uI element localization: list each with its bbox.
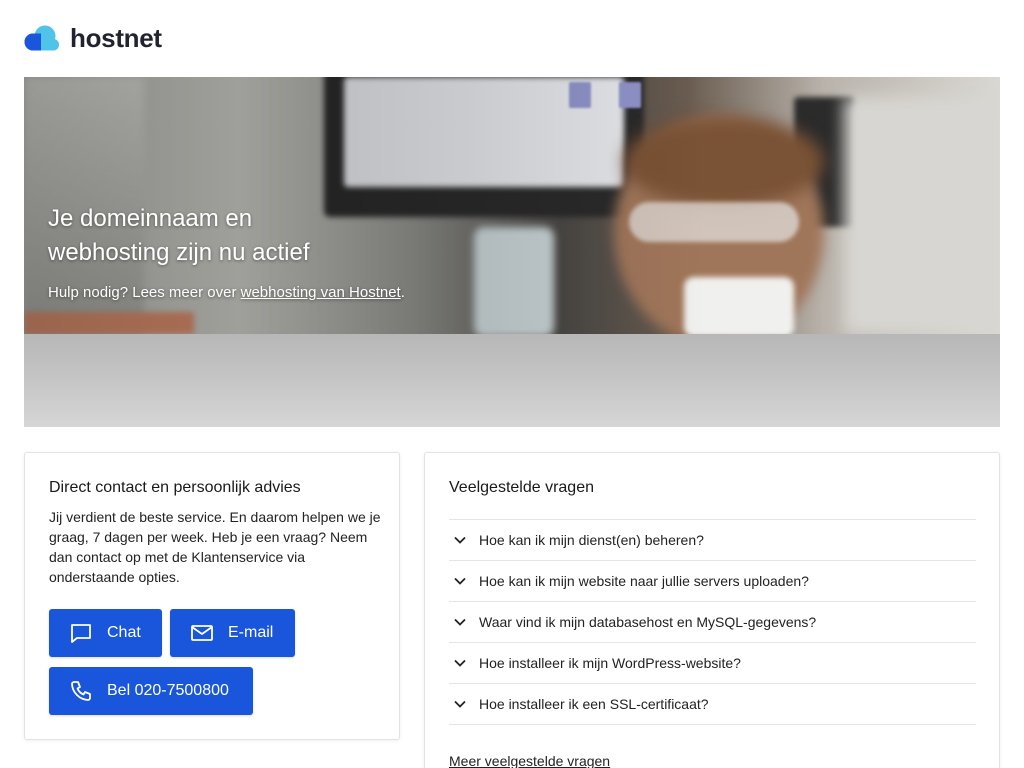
chevron-down-icon	[454, 659, 466, 667]
faq-card: Veelgestelde vragen Hoe kan ik mijn dien…	[424, 452, 1000, 768]
chevron-down-icon	[454, 700, 466, 708]
chevron-down-icon	[454, 536, 466, 544]
brand-name: hostnet	[70, 22, 162, 53]
faq-item[interactable]: Hoe kan ik mijn dienst(en) beheren?	[449, 520, 976, 561]
hero-subtitle: Hulp nodig? Lees meer over webhosting va…	[48, 284, 405, 301]
hero-text: Je domeinnaam en webhosting zijn nu acti…	[48, 202, 405, 301]
hero-subtitle-text: Hulp nodig? Lees meer over	[48, 284, 241, 301]
call-button-label: Bel 020-7500800	[107, 682, 229, 699]
faq-item[interactable]: Hoe installeer ik mijn WordPress-website…	[449, 643, 976, 684]
phone-icon	[71, 681, 91, 701]
faq-question: Hoe installeer ik mijn WordPress-website…	[479, 655, 741, 671]
faq-item[interactable]: Hoe kan ik mijn website naar jullie serv…	[449, 561, 976, 602]
more-faq-link[interactable]: Meer veelgestelde vragen	[449, 753, 610, 768]
faq-question: Hoe installeer ik een SSL-certificaat?	[479, 696, 709, 712]
hero-title: Je domeinnaam en webhosting zijn nu acti…	[48, 205, 310, 266]
chat-button[interactable]: Chat	[49, 609, 162, 657]
webhosting-link[interactable]: webhosting van Hostnet	[241, 284, 401, 301]
hostnet-logo[interactable]: hostnet	[24, 23, 162, 54]
contact-title: Direct contact en persoonlijk advies	[49, 479, 301, 496]
hero-subtitle-period: .	[400, 284, 405, 301]
faq-title: Veelgestelde vragen	[449, 479, 594, 496]
cloud-logo-icon	[24, 25, 59, 51]
faq-item[interactable]: Hoe installeer ik een SSL-certificaat?	[449, 684, 976, 725]
contact-card: Direct contact en persoonlijk advies Jij…	[24, 452, 400, 740]
call-button[interactable]: Bel 020-7500800	[49, 667, 253, 715]
chevron-down-icon	[454, 618, 466, 626]
site-header: hostnet	[24, 20, 162, 56]
chat-bubble-icon	[71, 624, 91, 643]
hero-lower-band	[24, 334, 1000, 427]
email-button[interactable]: E-mail	[170, 609, 295, 657]
faq-list: Hoe kan ik mijn dienst(en) beheren? Hoe …	[449, 519, 976, 725]
faq-question: Hoe kan ik mijn dienst(en) beheren?	[479, 532, 704, 548]
faq-question: Waar vind ik mijn databasehost en MySQL-…	[479, 614, 817, 630]
chat-button-label: Chat	[107, 624, 141, 641]
email-button-label: E-mail	[228, 624, 274, 641]
envelope-icon	[191, 625, 213, 641]
chevron-down-icon	[454, 577, 466, 585]
hero-banner: Je domeinnaam en webhosting zijn nu acti…	[24, 77, 1000, 427]
contact-description: Jij verdient de beste service. En daarom…	[49, 509, 381, 585]
faq-question: Hoe kan ik mijn website naar jullie serv…	[479, 573, 809, 589]
faq-item[interactable]: Waar vind ik mijn databasehost en MySQL-…	[449, 602, 976, 643]
